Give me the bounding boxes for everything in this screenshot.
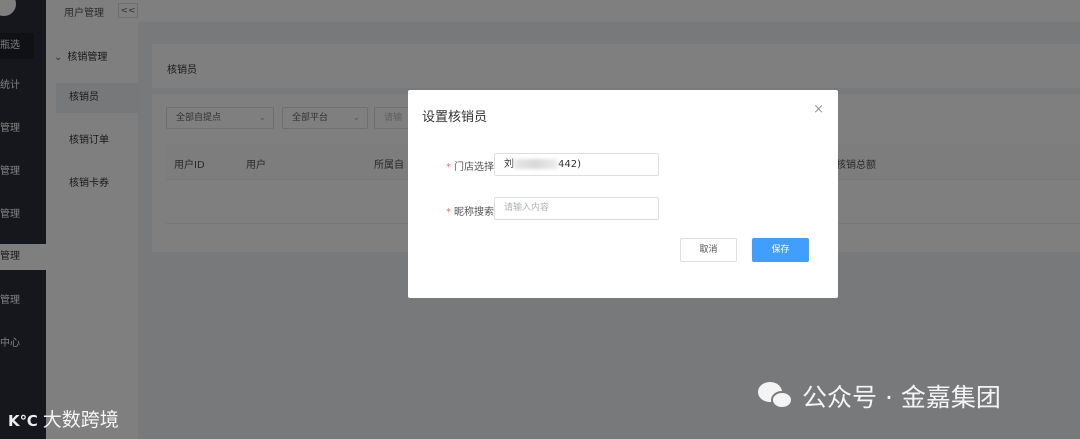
nickname-label-text: 昵称搜索 bbox=[454, 207, 494, 218]
nickname-search-input[interactable]: 请输入内容 bbox=[494, 197, 659, 220]
watermark-right: 公众号 · 金嘉集团 bbox=[758, 378, 1001, 414]
required-mark: * bbox=[446, 207, 451, 218]
watermark-left: Κ℃ 大数跨境 bbox=[8, 405, 119, 432]
store-value-prefix: 刘 bbox=[504, 159, 514, 170]
dialog-title: 设置核销员 bbox=[422, 110, 488, 125]
save-button[interactable]: 保存 bbox=[752, 238, 809, 262]
cancel-button[interactable]: 取消 bbox=[680, 238, 737, 262]
store-label-text: 门店选择 bbox=[454, 162, 494, 173]
watermark-left-text: 大数跨境 bbox=[42, 409, 119, 431]
store-select[interactable]: 刘 442) bbox=[494, 153, 659, 176]
nickname-label: * 昵称搜索 bbox=[432, 203, 494, 218]
watermark-right-text: 公众号 · 金嘉集团 bbox=[802, 383, 1001, 412]
wechat-icon bbox=[758, 380, 796, 410]
nickname-placeholder: 请输入内容 bbox=[504, 203, 550, 213]
close-icon[interactable]: × bbox=[813, 102, 824, 117]
set-verifier-dialog: 设置核销员 × * 门店选择 刘 442) * 昵称搜索 请输入内容 取消 保存 bbox=[408, 90, 838, 298]
required-mark: * bbox=[446, 162, 451, 173]
watermark-logo: Κ℃ bbox=[8, 412, 38, 430]
store-value-suffix: 442) bbox=[558, 159, 581, 170]
redacted-text bbox=[514, 159, 558, 169]
store-label: * 门店选择 bbox=[432, 158, 494, 173]
